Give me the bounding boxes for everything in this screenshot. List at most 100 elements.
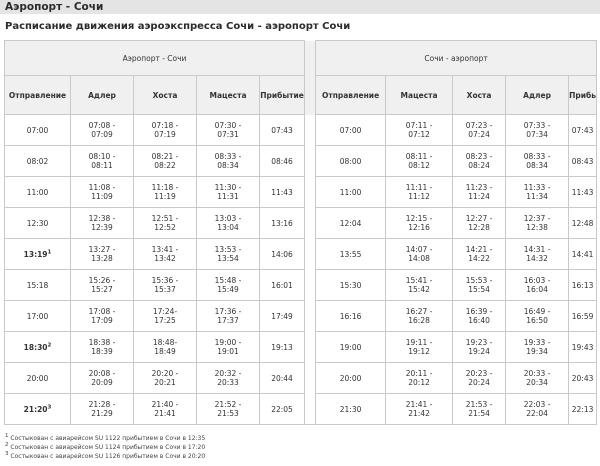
arrival-cell: 19:13 (258, 331, 306, 363)
footnote-ref: 2 (47, 342, 52, 348)
departure-cell: 13:55 (315, 238, 387, 270)
stop-cell-khosta: 08:21 -08:22 (133, 145, 197, 177)
col-header-arrival: Прибытие (568, 75, 598, 115)
time-depart: 16:28 (408, 316, 430, 325)
stop-cell-adler: 14:31 -14:32 (505, 238, 570, 270)
time-arrive: 18:48- (152, 338, 178, 347)
time-arrive: 07:18 - (151, 121, 179, 130)
stop-cell-khosta: 20:20 -20:21 (133, 362, 197, 394)
time-depart: 21:29 (91, 409, 113, 418)
time-arrive: 11:08 - (88, 183, 116, 192)
time-depart: 18:49 (154, 347, 176, 356)
stop-cell-matsesta: 16:27 -16:28 (385, 300, 454, 332)
time-arrive: 07:33 - (523, 121, 551, 130)
table-gap (304, 300, 317, 332)
arrival-time: 14:06 (271, 249, 293, 259)
footnote-2: 2 Состыкован с авиарейсом SU 1124 прибыт… (5, 442, 205, 452)
departure-cell: 08:00 (315, 145, 387, 177)
col-header-adler: Адлер (70, 75, 134, 115)
departure-time: 17:00 (26, 311, 49, 321)
time-arrive: 19:11 - (405, 338, 433, 347)
time-arrive: 21:40 - (151, 400, 179, 409)
stop-cell-khosta: 13:41 -13:42 (133, 238, 197, 270)
table-gap (304, 331, 317, 363)
stop-cell-adler: 22:03 -22:04 (505, 393, 570, 425)
time-arrive: 21:41 - (405, 400, 433, 409)
stop-cell-matsesta: 17:36 -17:37 (196, 300, 260, 332)
table-gap (304, 362, 317, 394)
arrival-time: 14:41 (571, 249, 594, 259)
stop-cell-adler: 07:08 -07:09 (70, 114, 134, 146)
time-depart: 08:11 (91, 161, 113, 170)
time-depart: 16:50 (526, 316, 548, 325)
col-header-arrival: Прибытие (258, 75, 306, 115)
time-arrive: 07:23 - (465, 121, 493, 130)
time-arrive: 17:24- (152, 307, 178, 316)
time-depart: 12:28 (468, 223, 490, 232)
col-header-matsesta: Мацеста (385, 75, 454, 115)
table-row: 21:203 21:28 -21:29 21:40 -21:41 21:52 -21:… (4, 393, 598, 425)
table-gap (304, 207, 317, 239)
arrival-time: 07:43 (571, 125, 594, 135)
time-arrive: 16:27 - (405, 307, 433, 316)
col-header-departure: Отправление (315, 75, 387, 115)
table-row: 12:30 12:38 -12:39 12:51 -12:52 13:03 -13:0… (4, 207, 598, 239)
time-depart: 18:39 (91, 347, 113, 356)
stop-cell-khosta: 11:18 -11:19 (133, 176, 197, 208)
stop-cell-matsesta: 15:41 -15:42 (385, 269, 454, 301)
stop-cell-khosta: 20:23 -20:24 (452, 362, 507, 394)
time-depart: 20:12 (408, 378, 430, 387)
time-arrive: 11:33 - (523, 183, 551, 192)
time-arrive: 17:36 - (214, 307, 242, 316)
departure-cell: 18:302 (4, 331, 71, 363)
table-row: 17:00 17:08 -17:09 17:24- 17:25 17:36 -17:37… (4, 300, 598, 332)
time-depart: 15:54 (468, 285, 490, 294)
departure-time: 11:00 (339, 187, 362, 197)
arrival-time: 07:43 (271, 125, 293, 135)
time-arrive: 15:53 - (465, 276, 493, 285)
stop-cell-matsesta: 07:11 -07:12 (385, 114, 454, 146)
time-arrive: 20:33 - (523, 369, 551, 378)
schedule-body: 07:00 07:08 -07:09 07:18 -07:19 07:30 -07:3… (4, 114, 598, 425)
time-arrive: 12:37 - (523, 214, 551, 223)
time-arrive: 07:11 - (405, 121, 433, 130)
time-depart: 11:09 (91, 192, 113, 201)
arrival-time: 16:13 (571, 280, 594, 290)
stop-cell-khosta: 11:23 -11:24 (452, 176, 507, 208)
table-gap (304, 269, 317, 301)
arrival-time: 11:43 (571, 187, 594, 197)
stop-cell-adler: 11:33 -11:34 (505, 176, 570, 208)
footnote-ref: 1 (47, 249, 52, 255)
stop-cell-adler: 19:33 -19:34 (505, 331, 570, 363)
departure-cell: 11:00 (315, 176, 387, 208)
time-depart: 19:24 (468, 347, 490, 356)
departure-time: 19:00 (339, 342, 362, 352)
time-arrive: 12:27 - (465, 214, 493, 223)
time-arrive: 20:08 - (88, 369, 116, 378)
time-arrive: 15:36 - (151, 276, 179, 285)
stop-cell-khosta: 14:21 -14:22 (452, 238, 507, 270)
arrival-time: 17:49 (271, 311, 293, 321)
table-gap (304, 75, 317, 115)
stop-cell-matsesta: 19:00 -19:01 (196, 331, 260, 363)
time-arrive: 13:41 - (151, 245, 179, 254)
col-header-khosta: Хоста (452, 75, 507, 115)
time-depart: 07:19 (154, 130, 176, 139)
time-arrive: 20:23 - (465, 369, 493, 378)
time-depart: 13:42 (154, 254, 176, 263)
time-arrive: 17:08 - (88, 307, 116, 316)
stop-cell-khosta: 15:53 -15:54 (452, 269, 507, 301)
departure-cell: 20:00 (4, 362, 71, 394)
stop-cell-khosta: 19:23 -19:24 (452, 331, 507, 363)
table-row: 20:00 20:08 -20:09 20:20 -20:21 20:32 -20:3… (4, 362, 598, 394)
departure-cell: 16:16 (315, 300, 387, 332)
time-arrive: 12:38 - (88, 214, 116, 223)
time-depart: 20:34 (526, 378, 548, 387)
arrival-cell: 14:06 (258, 238, 306, 270)
col-header-adler: Адлер (505, 75, 570, 115)
stop-cell-matsesta: 08:11 -08:12 (385, 145, 454, 177)
time-depart: 11:34 (526, 192, 548, 201)
stop-cell-khosta: 12:51 -12:52 (133, 207, 197, 239)
time-depart: 11:19 (154, 192, 176, 201)
departure-cell: 12:04 (315, 207, 387, 239)
